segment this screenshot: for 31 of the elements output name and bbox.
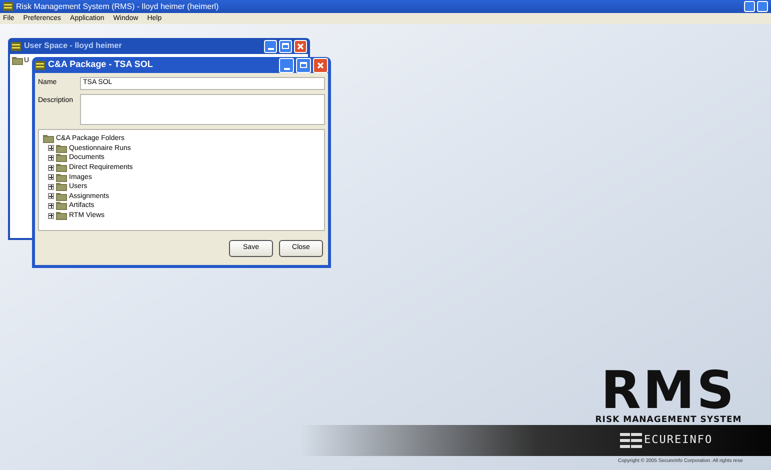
folder-icon [56,144,67,153]
minimize-button[interactable] [279,58,294,72]
tagline: RISK MANAGEMENT SYSTEM [595,414,742,427]
restore-button[interactable] [757,1,768,12]
window-title: Risk Management System (RMS) - lloyd heimer (heimerl) [16,2,219,10]
close-icon [317,62,324,68]
window-title: C&A Package - TSA SOL [48,58,153,72]
folder-icon [56,153,67,162]
tree-icon [12,56,23,65]
folder-icon [56,163,67,172]
close-button[interactable] [294,40,307,52]
description-field[interactable] [80,94,325,125]
maximize-button[interactable] [279,40,292,52]
close-icon [297,42,304,50]
window-title: User Space - lloyd heimer [24,40,122,52]
maximize-button[interactable] [296,58,311,72]
folder-icon [56,192,67,201]
app-icon [35,60,45,70]
folder-icon [56,201,67,210]
logo-text: RMS [600,368,736,414]
app-icon [11,42,21,50]
folder-icon [56,211,67,220]
company-logo-icon [620,430,642,450]
folder-icon [56,172,67,182]
app-icon [3,2,13,11]
minimize-button[interactable] [744,1,755,12]
close-button[interactable] [313,58,328,72]
folder-icon [56,182,67,192]
minimize-button[interactable] [264,40,277,52]
company-name: ECUREINFO [644,432,713,448]
folder-icon [43,134,54,144]
